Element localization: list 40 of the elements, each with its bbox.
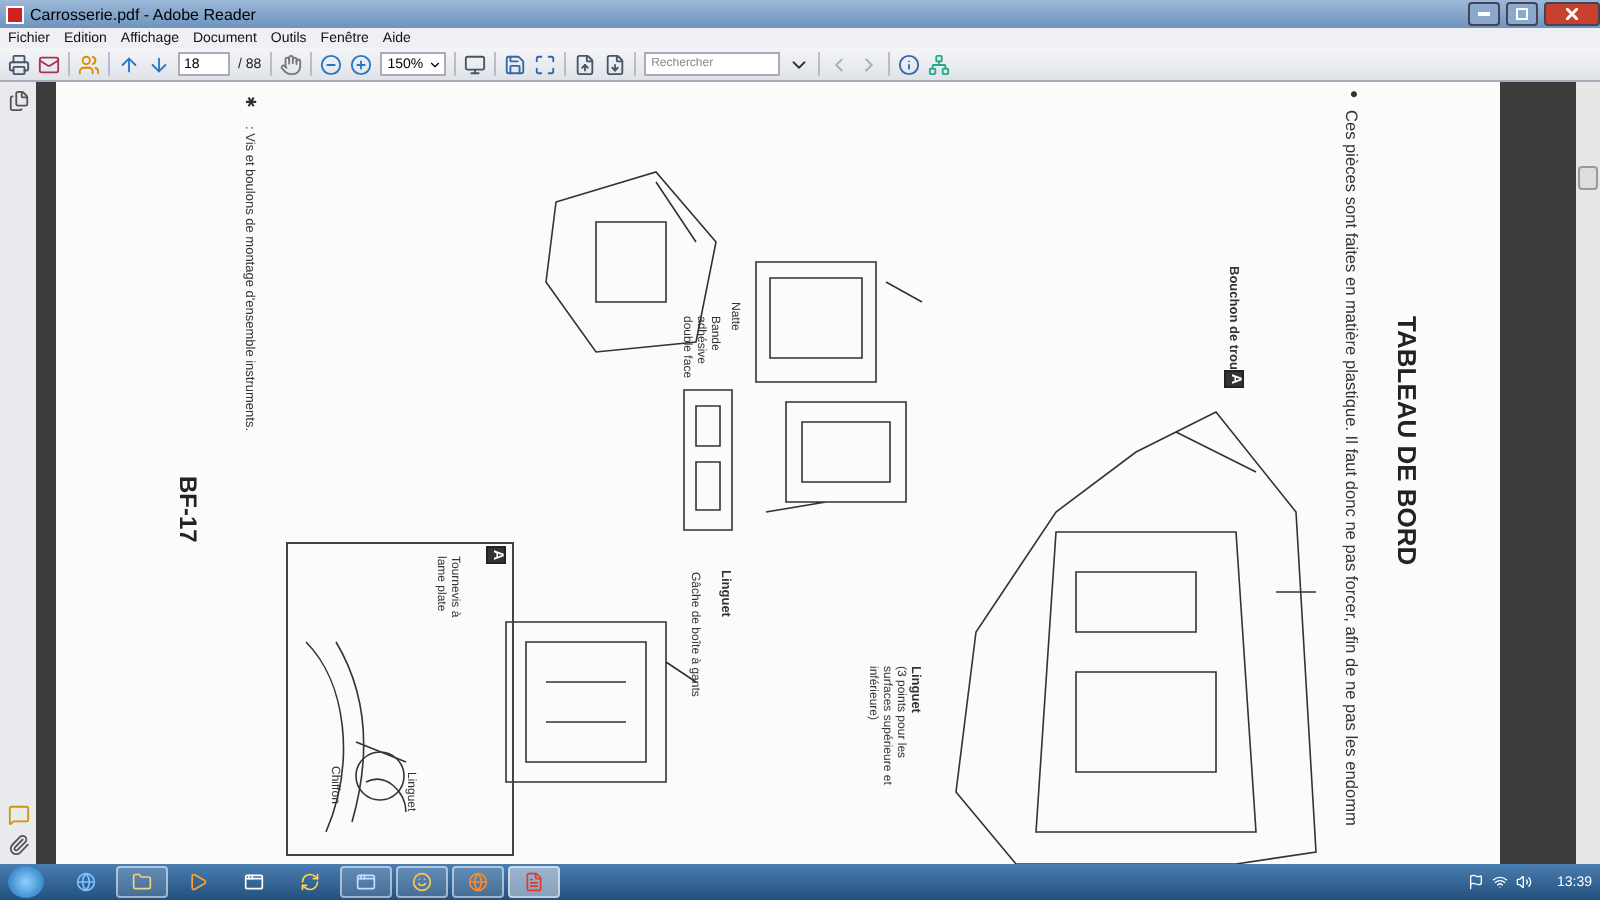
- close-button[interactable]: [1544, 2, 1600, 26]
- taskbar-button[interactable]: [116, 866, 168, 898]
- next-page-icon[interactable]: [148, 53, 170, 75]
- window-icon: [356, 872, 376, 892]
- taskbar-button[interactable]: [396, 866, 448, 898]
- page-number: BF-17: [172, 476, 200, 543]
- scrollbar-thumb[interactable]: [1578, 166, 1598, 190]
- document-info-icon[interactable]: [897, 53, 920, 75]
- volume-icon[interactable]: [1516, 874, 1533, 890]
- hand-tool-icon[interactable]: [279, 53, 302, 75]
- share-icon[interactable]: [38, 53, 60, 75]
- body-text: Ces pièces sont faites en matière plastique. Il faut donc ne pas forcer, afin de ne pas les endomm: [1340, 110, 1360, 826]
- maximize-icon: [1516, 8, 1528, 20]
- flag-icon[interactable]: [1468, 874, 1485, 890]
- print-icon[interactable]: [8, 53, 30, 75]
- document-icon: [524, 872, 544, 892]
- section-heading: TABLEAU DE BORD: [1390, 316, 1420, 566]
- play-icon: [188, 872, 208, 892]
- folder-icon: [132, 872, 152, 892]
- previous-page-icon[interactable]: [118, 53, 140, 75]
- zoom-in-icon[interactable]: [349, 53, 372, 75]
- app-icon: [6, 5, 24, 23]
- maximize-button[interactable]: [1506, 2, 1538, 26]
- globe-icon: [76, 872, 96, 892]
- minimize-button[interactable]: [1468, 2, 1500, 26]
- full-screen-icon[interactable]: [533, 53, 556, 75]
- globe-icon: [468, 872, 488, 892]
- caret-icon: [427, 57, 442, 71]
- refresh-icon: [300, 872, 320, 892]
- close-icon: [1566, 8, 1578, 20]
- attachment-icon[interactable]: [7, 834, 29, 856]
- zoom-out-icon[interactable]: [319, 53, 342, 75]
- network-icon[interactable]: [1492, 874, 1509, 890]
- window-icon: [244, 872, 264, 892]
- pages-icon[interactable]: [7, 90, 29, 112]
- minimize-icon: [1478, 12, 1490, 16]
- start-button[interactable]: [8, 866, 44, 898]
- taskbar-button[interactable]: [340, 866, 392, 898]
- window-title: Carrosserie.pdf - Adobe Reader: [30, 5, 258, 23]
- smiley-icon: [412, 872, 432, 892]
